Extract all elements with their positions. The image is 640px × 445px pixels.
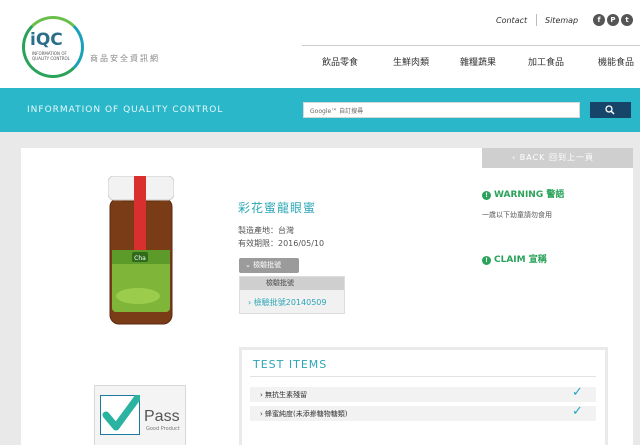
search-icon <box>605 105 615 115</box>
test-items-divider <box>250 376 596 377</box>
sitemap-link[interactable]: Sitemap <box>545 16 578 25</box>
checkmark-icon: ✓ <box>572 404 583 419</box>
nav-item-functional-food[interactable]: 機能食品 <box>598 55 634 68</box>
test-items-title: TEST ITEMS <box>253 358 328 371</box>
utility-divider <box>536 14 537 26</box>
exclamation-icon: ! <box>482 191 491 200</box>
header <box>0 0 640 88</box>
product-title: 彩花蜜龍眼蜜 <box>238 201 317 215</box>
claim-title: CLAIM 宣稱 <box>494 255 547 265</box>
contact-link[interactable]: Contact <box>496 16 527 25</box>
batch-button-label: 檢驗批號 <box>253 261 282 269</box>
nav-item-snacks[interactable]: 飲品零食 <box>322 55 358 68</box>
test-row: › 無抗生素殘留 ✓ <box>250 385 596 402</box>
batch-dropdown: 檢驗批號 › 檢驗批號20140509 <box>239 276 345 314</box>
jar-label-text: Cha <box>134 255 146 262</box>
twitter-icon[interactable]: t <box>621 14 633 26</box>
nav-item-processed-food[interactable]: 加工食品 <box>528 55 564 68</box>
chevron-down-icon: ⌄ <box>245 261 254 269</box>
search-button[interactable] <box>590 102 631 118</box>
test-row-label: › 蜂蜜純度(未添摻糖物糖類) <box>260 410 348 418</box>
back-arrow-icon: ‹ <box>512 153 520 162</box>
plurk-icon[interactable]: P <box>607 14 619 26</box>
product-expiry: 有效期限：2016/05/10 <box>238 239 325 248</box>
pass-label: Pass <box>144 408 180 425</box>
pass-badge: Pass Good Product <box>94 385 186 445</box>
product-origin: 製造產地：台灣 <box>238 226 294 235</box>
test-row: › 蜂蜜純度(未添摻糖物糖類) ✓ <box>250 404 596 421</box>
nav-item-fresh-meat[interactable]: 生鮮肉類 <box>393 55 429 68</box>
batch-dropdown-button[interactable]: ⌄ 檢驗批號 <box>239 258 299 273</box>
batch-header: 檢驗批號 <box>240 277 344 290</box>
nav-divider <box>302 45 640 46</box>
nav-item-grains-vegetables[interactable]: 雜糧蔬果 <box>460 55 496 68</box>
batch-item[interactable]: › 檢驗批號20140509 <box>248 297 326 308</box>
back-button[interactable]: ‹ BACK 回到上一頁 <box>482 148 633 168</box>
checkmark-icon: ✓ <box>572 385 583 400</box>
back-label: BACK 回到上一頁 <box>519 153 594 162</box>
search-input[interactable]: Google™ 自訂搜尋 <box>303 102 580 118</box>
warning-description: 一歲以下幼童請勿食用 <box>482 211 552 219</box>
test-row-label: › 無抗生素殘留 <box>260 391 308 399</box>
site-name: 商品安全資訊網 <box>90 54 160 63</box>
warning-heading: ! WARNING 警語 <box>482 187 564 200</box>
banner-title: INFORMATION OF QUALITY CONTROL <box>27 105 224 115</box>
pass-subtitle: Good Product <box>146 426 180 432</box>
product-image: Cha <box>108 176 174 325</box>
logo-text: iQC <box>30 30 63 50</box>
warning-title: WARNING 警語 <box>494 190 565 200</box>
exclamation-icon: ! <box>482 256 491 265</box>
logo-subtitle: INFORMATION OF QUALITY CONTROL <box>32 51 70 61</box>
batch-item-label: 檢驗批號20140509 <box>253 298 327 307</box>
facebook-icon[interactable]: f <box>593 14 605 26</box>
pass-check-icon <box>100 395 140 435</box>
search-placeholder: Google™ 自訂搜尋 <box>310 108 364 115</box>
claim-heading: ! CLAIM 宣稱 <box>482 252 547 265</box>
